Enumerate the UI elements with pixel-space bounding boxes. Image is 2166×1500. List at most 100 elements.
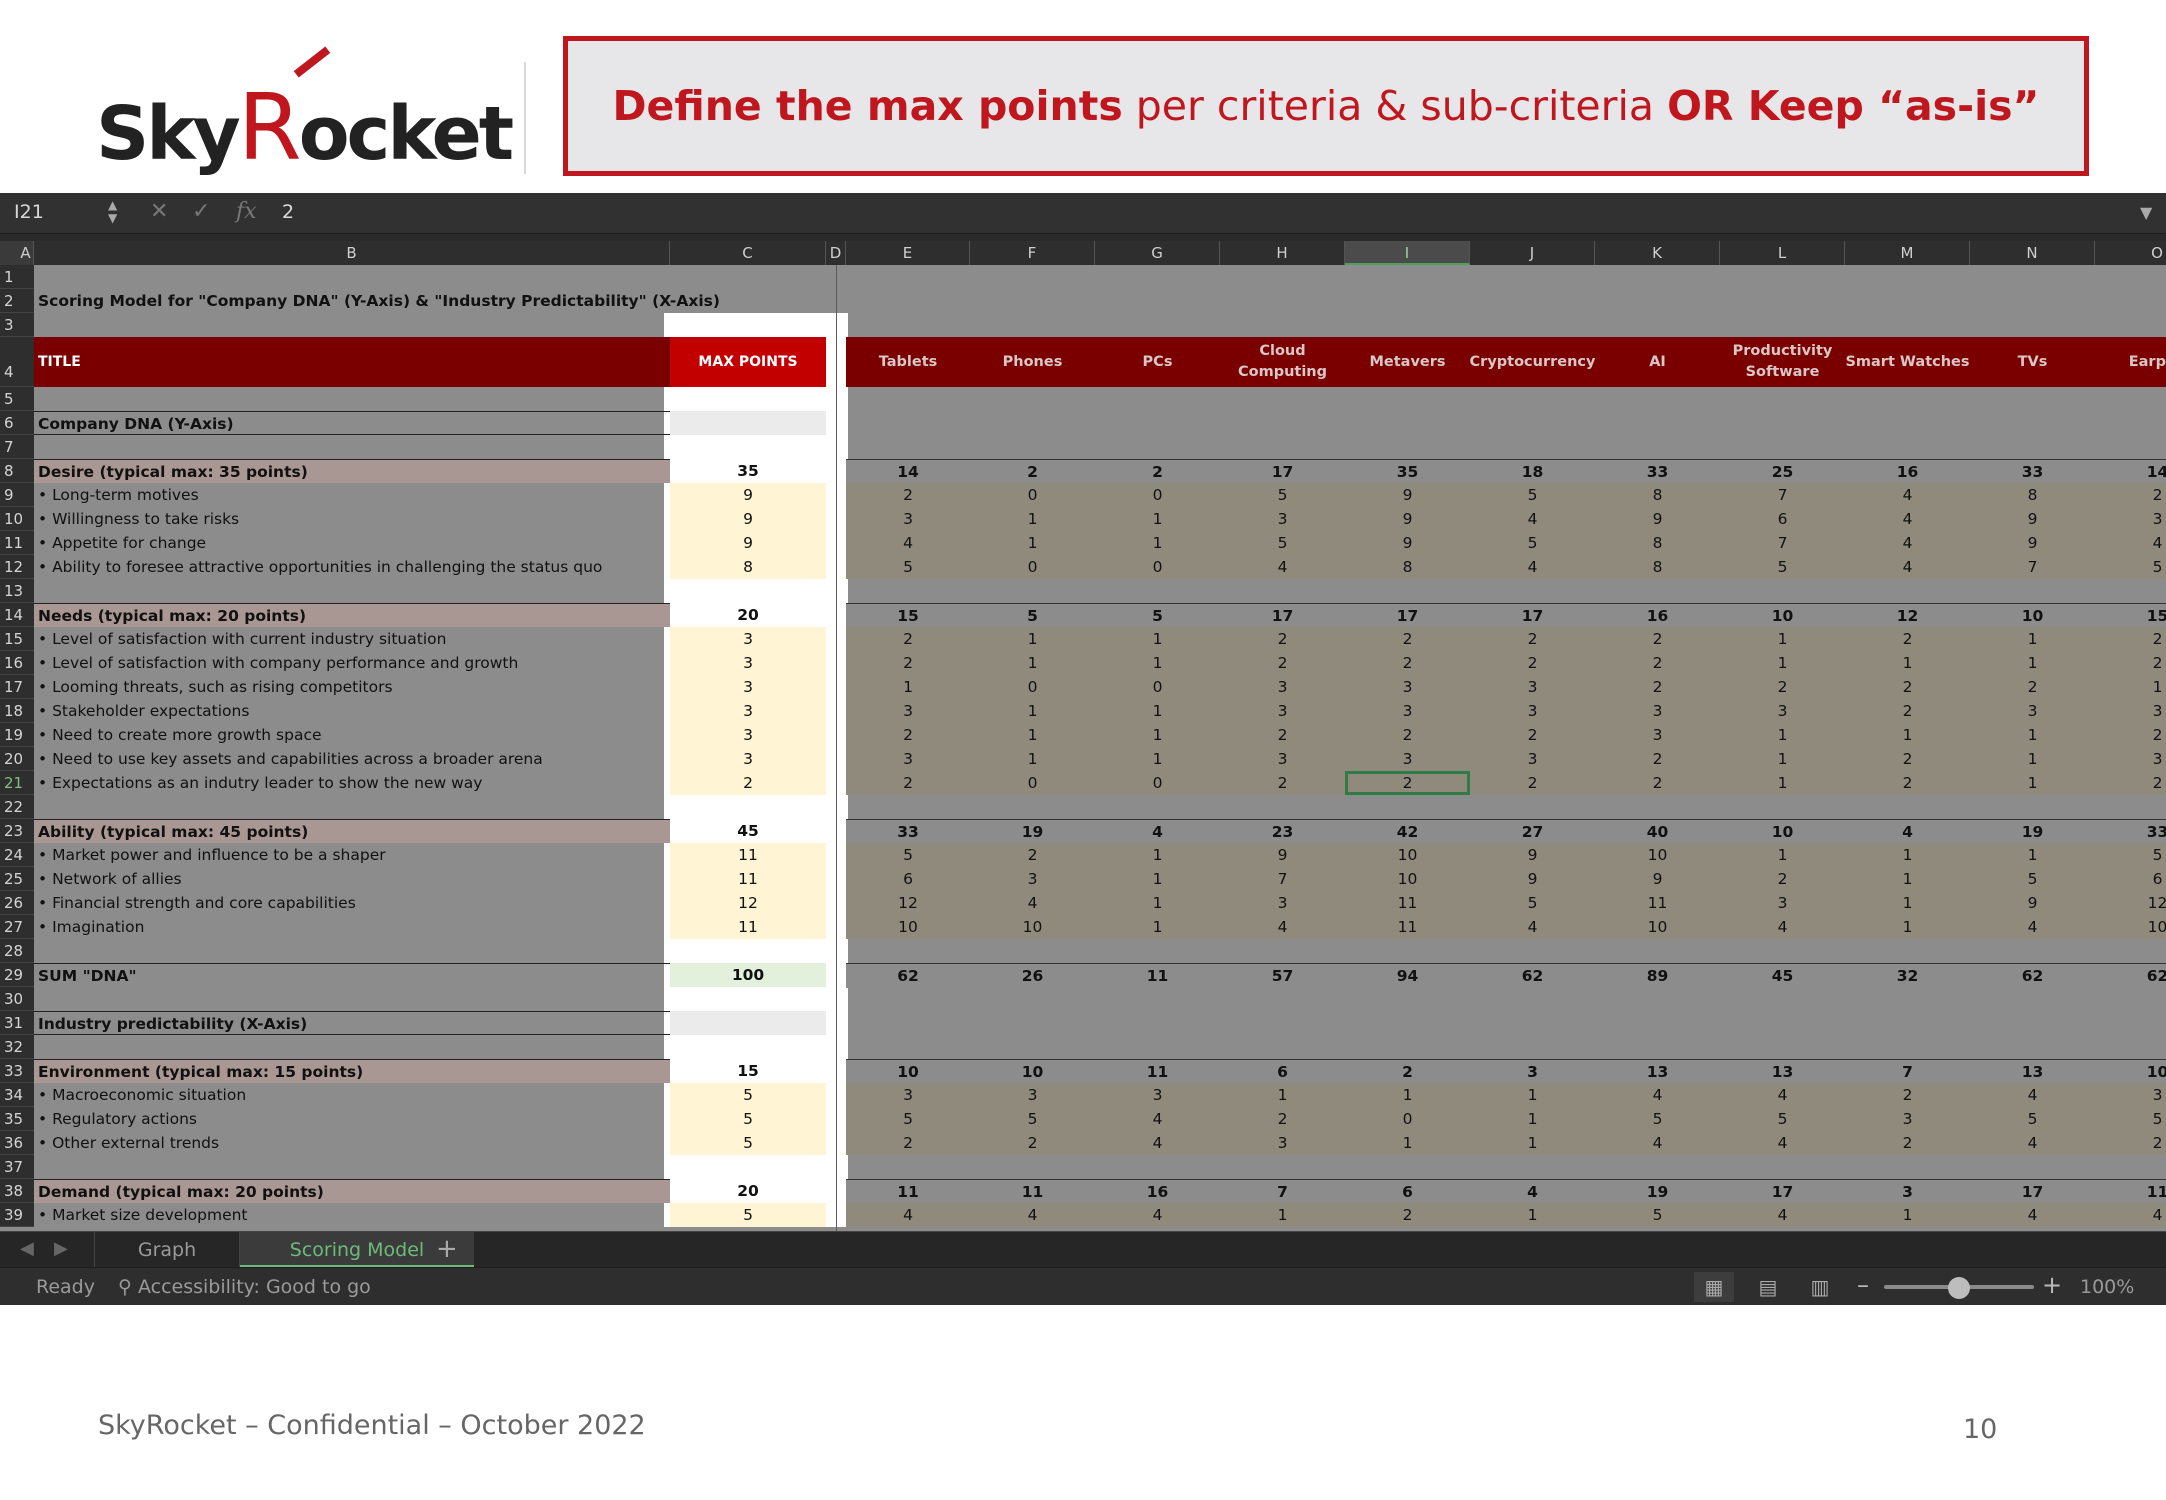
subcriterion-label[interactable]: • Market size development xyxy=(34,1203,670,1227)
zoom-slider-handle[interactable] xyxy=(1948,1277,1970,1299)
score-cell[interactable]: 94 xyxy=(1345,963,1470,988)
score-cell[interactable]: 11 xyxy=(1345,915,1470,939)
column-header-f[interactable]: F xyxy=(970,241,1095,265)
row-header-39[interactable]: 39 xyxy=(0,1203,34,1227)
formula-input[interactable]: 2 xyxy=(282,201,294,223)
row-header-15[interactable]: 15 xyxy=(0,627,34,651)
score-cell[interactable]: 5 xyxy=(1220,483,1345,507)
score-cell[interactable]: 10 xyxy=(1970,603,2095,628)
row-header-1[interactable]: 1 xyxy=(0,265,34,289)
score-cell[interactable]: 2 xyxy=(1470,723,1595,747)
header-industry[interactable]: Earpho xyxy=(2095,337,2166,387)
score-cell[interactable]: 9 xyxy=(1595,867,1720,891)
score-cell[interactable]: 19 xyxy=(1595,1179,1720,1204)
score-cell[interactable]: 16 xyxy=(1095,1179,1220,1204)
score-cell[interactable]: 10 xyxy=(1720,819,1845,844)
score-cell[interactable]: 0 xyxy=(970,483,1095,507)
score-cell[interactable]: 5 xyxy=(1470,483,1595,507)
score-cell[interactable]: 5 xyxy=(1595,1107,1720,1131)
score-cell[interactable]: 1 xyxy=(1970,627,2095,651)
row-header-9[interactable]: 9 xyxy=(0,483,34,507)
subcriterion-label[interactable]: • Need to use key assets and capabilitie… xyxy=(34,747,670,771)
score-cell[interactable]: 2 xyxy=(1345,651,1470,675)
score-cell[interactable]: 2 xyxy=(1345,723,1470,747)
score-cell[interactable]: 9 xyxy=(1970,891,2095,915)
score-cell[interactable]: 13 xyxy=(1595,1059,1720,1084)
max-points-cell[interactable]: 3 xyxy=(670,627,826,651)
score-cell[interactable]: 1 xyxy=(1095,507,1220,531)
header-title[interactable]: TITLE xyxy=(34,337,670,387)
score-cell[interactable]: 10 xyxy=(970,915,1095,939)
score-cell[interactable]: 1 xyxy=(1470,1107,1595,1131)
score-cell[interactable]: 3 xyxy=(2095,699,2166,723)
row-header-16[interactable]: 16 xyxy=(0,651,34,675)
score-cell[interactable]: 2 xyxy=(1845,627,1970,651)
spreadsheet-grid[interactable]: ABCDEFGHIJKLMNO 1 2 3 4 5 6 7 8 9 10 11 12 13 14 15 16 1… xyxy=(0,241,2166,1231)
score-cell[interactable]: 14 xyxy=(846,459,970,484)
max-points-cell[interactable]: 9 xyxy=(670,507,826,531)
row-header-4[interactable]: 4 xyxy=(0,337,34,387)
score-cell[interactable]: 1 xyxy=(970,747,1095,771)
score-cell[interactable]: 1 xyxy=(1845,1203,1970,1227)
score-cell[interactable]: 13 xyxy=(1720,1059,1845,1084)
score-cell[interactable]: 17 xyxy=(1970,1179,2095,1204)
score-cell[interactable]: 1 xyxy=(1845,867,1970,891)
score-cell[interactable]: 11 xyxy=(846,1179,970,1204)
subcriterion-label[interactable]: • Regulatory actions xyxy=(34,1107,670,1131)
score-cell[interactable]: 5 xyxy=(846,555,970,579)
column-header-e[interactable]: E xyxy=(846,241,970,265)
row-header-37[interactable]: 37 xyxy=(0,1155,34,1179)
score-cell[interactable]: 4 xyxy=(1095,1203,1220,1227)
column-header-i[interactable]: I xyxy=(1345,241,1470,265)
category-label[interactable]: Demand (typical max: 20 points) xyxy=(34,1179,670,1203)
score-cell[interactable]: 5 xyxy=(970,1107,1095,1131)
score-cell[interactable]: 4 xyxy=(1095,1131,1220,1155)
score-cell[interactable]: 4 xyxy=(1595,1131,1720,1155)
score-cell[interactable]: 5 xyxy=(1595,1203,1720,1227)
score-cell[interactable]: 2 xyxy=(1345,627,1470,651)
row-header-38[interactable]: 38 xyxy=(0,1179,34,1203)
score-cell[interactable]: 3 xyxy=(1470,747,1595,771)
score-cell[interactable]: 33 xyxy=(1595,459,1720,484)
subcriterion-label[interactable]: • Market power and influence to be a sha… xyxy=(34,843,670,867)
max-points-cell[interactable]: 20 xyxy=(670,603,826,627)
score-cell[interactable]: 5 xyxy=(970,603,1095,628)
row-header-14[interactable]: 14 xyxy=(0,603,34,627)
score-cell[interactable]: 5 xyxy=(846,1107,970,1131)
score-cell[interactable]: 5 xyxy=(2095,1107,2166,1131)
score-cell[interactable]: 3 xyxy=(846,747,970,771)
max-points-cell[interactable]: 5 xyxy=(670,1107,826,1131)
score-cell[interactable]: 3 xyxy=(1345,699,1470,723)
score-cell[interactable]: 4 xyxy=(1845,819,1970,844)
tab-graph-data[interactable]: Graph Data xyxy=(94,1232,240,1297)
score-cell[interactable]: 12 xyxy=(2095,891,2166,915)
score-cell[interactable]: 3 xyxy=(846,507,970,531)
row-header-24[interactable]: 24 xyxy=(0,843,34,867)
score-cell[interactable]: 3 xyxy=(2095,507,2166,531)
score-cell[interactable]: 5 xyxy=(1470,891,1595,915)
score-cell[interactable]: 17 xyxy=(1470,603,1595,628)
score-cell[interactable]: 1 xyxy=(1095,867,1220,891)
score-cell[interactable]: 1 xyxy=(970,699,1095,723)
score-cell[interactable]: 2 xyxy=(1595,747,1720,771)
section-max-cell[interactable] xyxy=(670,1011,826,1035)
score-cell[interactable]: 4 xyxy=(1720,1083,1845,1107)
score-cell[interactable]: 2 xyxy=(846,1131,970,1155)
row-header-20[interactable]: 20 xyxy=(0,747,34,771)
header-industry[interactable]: Cryptocurrency xyxy=(1470,337,1595,387)
row-header-11[interactable]: 11 xyxy=(0,531,34,555)
score-cell[interactable]: 9 xyxy=(1345,507,1470,531)
score-cell[interactable]: 3 xyxy=(2095,1083,2166,1107)
score-cell[interactable]: 10 xyxy=(1345,843,1470,867)
score-cell[interactable]: 3 xyxy=(1970,699,2095,723)
score-cell[interactable]: 1 xyxy=(2095,675,2166,699)
score-cell[interactable]: 4 xyxy=(1845,483,1970,507)
score-cell[interactable]: 3 xyxy=(1345,747,1470,771)
score-cell[interactable]: 1 xyxy=(1720,723,1845,747)
score-cell[interactable]: 5 xyxy=(1720,1107,1845,1131)
row-header-22[interactable]: 22 xyxy=(0,795,34,819)
score-cell[interactable]: 3 xyxy=(1470,1059,1595,1084)
score-cell[interactable]: 2 xyxy=(970,459,1095,484)
score-cell[interactable]: 3 xyxy=(1345,675,1470,699)
score-cell[interactable]: 4 xyxy=(1220,555,1345,579)
